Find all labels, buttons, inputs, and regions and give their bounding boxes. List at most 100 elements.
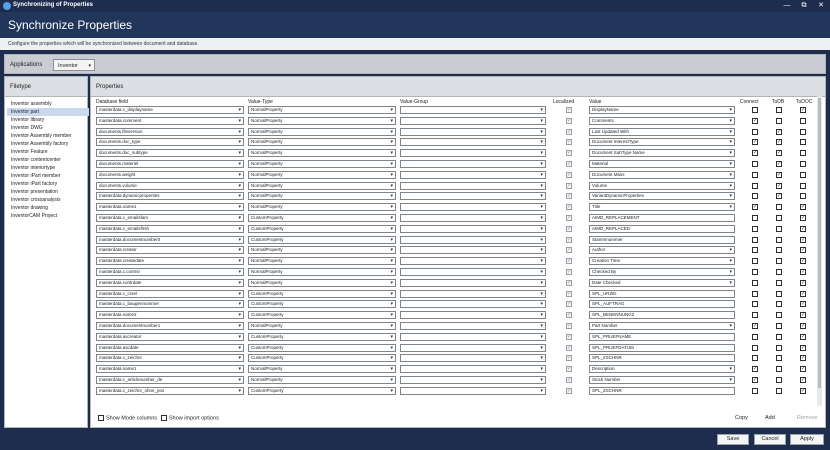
value-group-select[interactable] (400, 203, 546, 212)
todb-checkbox[interactable] (776, 182, 782, 189)
database-field-select[interactable]: documents.materiel (96, 160, 244, 168)
connect-checkbox[interactable] (752, 204, 758, 211)
value-group-select[interactable] (400, 246, 546, 255)
value-field[interactable]: Description (589, 365, 735, 374)
connect-checkbox[interactable] (752, 333, 758, 340)
value-type-select[interactable]: NormalProperty (248, 257, 396, 266)
todb-checkbox[interactable] (776, 117, 782, 124)
localized-checkbox[interactable] (566, 193, 572, 200)
todoc-checkbox[interactable] (800, 171, 806, 178)
value-group-select[interactable] (400, 257, 546, 266)
database-field-select[interactable]: masterdata.c_zeichnr_ohne_pos (96, 386, 244, 395)
database-field-select[interactable]: masterdata.name2 (96, 311, 244, 320)
localized-checkbox[interactable] (566, 377, 572, 383)
database-field-select[interactable]: masterdata.c_displayname (96, 106, 244, 114)
value-field[interactable]: Creation Time (589, 257, 735, 266)
connect-checkbox[interactable] (752, 366, 758, 373)
localized-checkbox[interactable] (566, 387, 572, 394)
value-type-select[interactable]: NormalProperty (248, 278, 396, 287)
value-field[interactable]: SPL_ZSCHNR (589, 386, 735, 395)
connect-checkbox[interactable] (752, 117, 758, 124)
localized-checkbox[interactable] (566, 301, 572, 308)
todoc-checkbox[interactable] (800, 387, 806, 394)
todoc-checkbox[interactable] (800, 312, 806, 319)
database-field-select[interactable]: masterdata.creator (96, 246, 244, 255)
value-type-select[interactable]: CustomProperty (248, 354, 396, 363)
filetype-item[interactable]: Inventor crossanalysis (7, 196, 89, 204)
connect-checkbox[interactable] (752, 247, 758, 254)
value-type-select[interactable]: NormalProperty (248, 116, 396, 125)
todoc-checkbox[interactable] (800, 128, 806, 135)
value-field[interactable]: Date Checked (589, 278, 735, 287)
value-group-select[interactable] (400, 106, 546, 114)
value-group-select[interactable] (400, 235, 546, 244)
todb-checkbox[interactable] (776, 139, 782, 146)
localized-checkbox[interactable] (566, 225, 572, 232)
value-field[interactable]: DisplayName (589, 106, 735, 114)
connect-checkbox[interactable] (752, 377, 758, 383)
filetype-item[interactable]: Inventor Feature (7, 148, 89, 156)
todb-checkbox[interactable] (776, 258, 782, 265)
todb-checkbox[interactable] (776, 387, 782, 394)
localized-checkbox[interactable] (566, 269, 572, 275)
todb-checkbox[interactable] (776, 301, 782, 308)
connect-checkbox[interactable] (752, 193, 758, 200)
localized-checkbox[interactable] (566, 366, 572, 373)
todoc-checkbox[interactable] (800, 258, 806, 265)
localized-checkbox[interactable] (566, 258, 572, 265)
todb-checkbox[interactable] (776, 107, 782, 113)
add-link[interactable]: Add (765, 415, 775, 421)
database-field-select[interactable]: masterdata.documentnumber1 (96, 322, 244, 330)
todb-checkbox[interactable] (776, 128, 782, 135)
database-field-select[interactable]: documents.doc_type (96, 138, 244, 147)
database-field-select[interactable]: masterdata.comment (96, 116, 244, 125)
value-field[interactable]: Checked By (589, 268, 735, 276)
value-type-select[interactable]: NormalProperty (248, 127, 396, 136)
value-group-select[interactable] (400, 289, 546, 298)
todoc-checkbox[interactable] (800, 269, 806, 275)
value-group-select[interactable] (400, 332, 546, 341)
value-group-select[interactable] (400, 214, 546, 222)
value-type-select[interactable]: NormalProperty (248, 138, 396, 147)
filetype-item[interactable]: Inventor library (7, 116, 89, 124)
value-type-select[interactable]: NormalProperty (248, 365, 396, 374)
todb-checkbox[interactable] (776, 366, 782, 373)
database-field-select[interactable]: documents.volume (96, 181, 244, 190)
todoc-checkbox[interactable] (800, 279, 806, 286)
value-type-select[interactable]: CustomProperty (248, 311, 396, 320)
value-type-select[interactable]: NormalProperty (248, 203, 396, 212)
restore-button[interactable]: ⧉ (797, 1, 811, 11)
value-type-select[interactable]: CustomProperty (248, 235, 396, 244)
database-field-select[interactable]: masterdata.c_emailsfam (96, 214, 244, 222)
todb-checkbox[interactable] (776, 215, 782, 221)
todb-checkbox[interactable] (776, 247, 782, 254)
database-field-select[interactable]: masterdata.c_articlenumber_de (96, 376, 244, 384)
todb-checkbox[interactable] (776, 312, 782, 319)
todb-checkbox[interactable] (776, 279, 782, 286)
value-group-select[interactable] (400, 322, 546, 330)
localized-checkbox[interactable] (566, 107, 572, 113)
connect-checkbox[interactable] (752, 171, 758, 178)
value-group-select[interactable] (400, 354, 546, 363)
filetype-item[interactable]: Inventor drawing (7, 204, 89, 212)
show-import-options-option[interactable]: Show import options (161, 415, 219, 421)
connect-checkbox[interactable] (752, 150, 758, 157)
todb-checkbox[interactable] (776, 193, 782, 200)
value-type-select[interactable]: NormalProperty (248, 160, 396, 168)
connect-checkbox[interactable] (752, 128, 758, 135)
connect-checkbox[interactable] (752, 387, 758, 394)
todb-checkbox[interactable] (776, 377, 782, 383)
todb-checkbox[interactable] (776, 355, 782, 362)
database-field-select[interactable]: documents.weight (96, 170, 244, 179)
value-group-select[interactable] (400, 278, 546, 287)
value-field[interactable]: SPL_BENENNUNG2 (589, 311, 735, 320)
localized-checkbox[interactable] (566, 161, 572, 167)
todoc-checkbox[interactable] (800, 107, 806, 113)
close-button[interactable]: ✕ (814, 1, 828, 11)
value-type-select[interactable]: CustomProperty (248, 332, 396, 341)
localized-checkbox[interactable] (566, 247, 572, 254)
database-field-select[interactable]: masterdata.contrdate (96, 278, 244, 287)
filetype-item[interactable]: Inventor Assembly factory (7, 140, 89, 148)
localized-checkbox[interactable] (566, 323, 572, 329)
value-field[interactable]: VariantDynamicProperties (589, 192, 735, 201)
